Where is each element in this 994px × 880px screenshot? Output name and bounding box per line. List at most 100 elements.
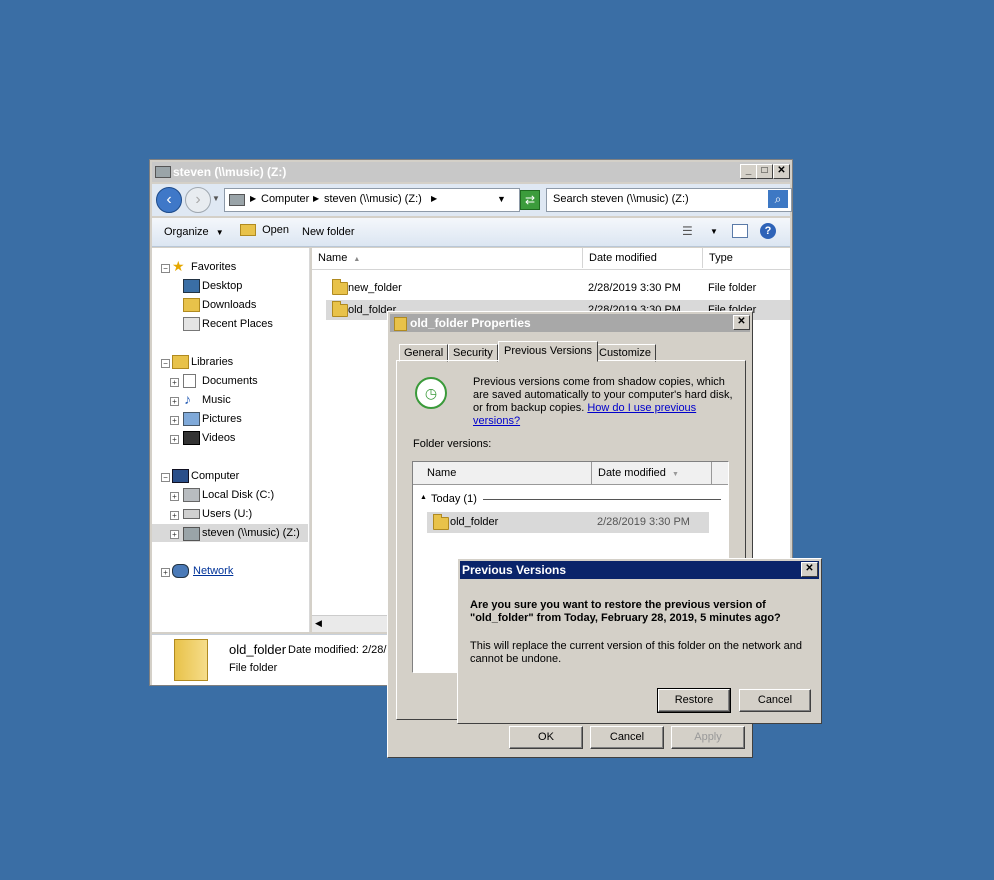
collapse-favorites-icon[interactable]: − (161, 264, 170, 273)
properties-title: old_folder Properties (410, 316, 531, 330)
confirm-titlebar[interactable]: Previous Versions ✕ (460, 561, 819, 579)
properties-titlebar[interactable]: old_folder Properties ✕ (390, 314, 750, 332)
expand-users-icon[interactable]: + (170, 511, 179, 520)
nav-users[interactable]: Users (U:) (202, 508, 252, 520)
column-name[interactable]: Name ▲ (312, 248, 583, 268)
file-type: File folder (708, 282, 757, 294)
address-dropdown-icon[interactable]: ▼ (497, 194, 506, 204)
expand-local-disk-icon[interactable]: + (170, 492, 179, 501)
versions-column-name[interactable]: Name (413, 462, 592, 484)
file-date: 2/28/2019 3:30 PM (588, 282, 681, 294)
group-collapse-icon[interactable]: ▲ (420, 494, 427, 501)
navigation-pane: − ★ Favorites Desktop Downloads Recent P… (152, 248, 310, 632)
close-icon[interactable]: ✕ (773, 164, 790, 179)
organize-button[interactable]: Organize ▼ (164, 226, 224, 238)
minimize-icon[interactable]: _ (740, 164, 757, 179)
close-icon[interactable]: ✕ (801, 562, 818, 577)
back-button[interactable]: ‹ (156, 187, 182, 213)
nav-local-disk[interactable]: Local Disk (C:) (202, 489, 274, 501)
nav-downloads[interactable]: Downloads (202, 299, 256, 311)
file-row[interactable]: new_folder 2/28/2019 3:30 PM File folder (326, 278, 790, 298)
confirm-title: Previous Versions (462, 563, 567, 577)
crumb-separator-icon[interactable]: ▶ (431, 194, 437, 203)
nav-desktop[interactable]: Desktop (202, 280, 242, 292)
nav-music[interactable]: Music (202, 394, 231, 406)
scroll-left-icon[interactable]: ◀ (315, 618, 322, 629)
folder-versions-label: Folder versions: (413, 438, 492, 450)
expand-videos-icon[interactable]: + (170, 435, 179, 444)
explorer-title: steven (\\music) (Z:) (173, 165, 287, 179)
restore-button[interactable]: Restore (657, 688, 731, 713)
nav-pictures[interactable]: Pictures (202, 413, 242, 425)
confirm-dialog: Previous Versions ✕ Are you sure you wan… (457, 558, 822, 724)
versions-column-date-label: Date modified (598, 467, 666, 479)
open-label: Open (262, 224, 289, 237)
tab-previous-versions[interactable]: Previous Versions (498, 341, 599, 362)
nav-documents[interactable]: Documents (202, 375, 258, 387)
version-row[interactable]: old_folder 2/28/2019 3:30 PM (427, 512, 709, 533)
file-name: new_folder (348, 282, 402, 294)
search-input[interactable]: Search steven (\\music) (Z:) (553, 193, 689, 205)
chevron-down-icon: ▼ (215, 228, 224, 237)
crumb-computer[interactable]: Computer (261, 193, 309, 205)
nav-computer[interactable]: Computer (191, 470, 239, 482)
history-dropdown-icon[interactable]: ▼ (212, 194, 220, 203)
cancel-button[interactable]: Cancel (739, 689, 811, 712)
pictures-icon (183, 412, 200, 426)
drive-icon (183, 509, 200, 519)
forward-button[interactable]: › (185, 187, 211, 213)
new-folder-button[interactable]: New folder (302, 226, 355, 238)
folder-icon (332, 301, 348, 317)
search-icon[interactable]: ⌕ (768, 190, 788, 208)
collapse-computer-icon[interactable]: − (161, 473, 170, 482)
videos-icon (183, 431, 200, 445)
column-type[interactable]: Type (703, 248, 790, 268)
column-name-label: Name (318, 252, 348, 264)
close-icon[interactable]: ✕ (733, 315, 750, 330)
nav-libraries[interactable]: Libraries (191, 356, 233, 368)
nav-network[interactable]: Network (193, 565, 233, 577)
network-drive-icon (229, 194, 245, 206)
expand-steven-icon[interactable]: + (170, 530, 179, 539)
sort-icon: ▼ (671, 471, 679, 478)
group-today[interactable]: Today (1) (431, 493, 477, 505)
expand-pictures-icon[interactable]: + (170, 416, 179, 425)
address-bar[interactable]: ▶ Computer ▶ steven (\\music) (Z:) ▶ ▼ (224, 188, 520, 212)
downloads-icon (183, 298, 200, 312)
details-date-label: Date modified: (288, 644, 359, 656)
folder-icon (394, 317, 407, 331)
details-date-value: 2/28/ (362, 644, 387, 656)
open-button[interactable]: Open (240, 224, 289, 237)
cancel-button[interactable]: Cancel (590, 726, 664, 749)
expand-network-icon[interactable]: + (161, 568, 170, 577)
nav-steven[interactable]: steven (\\music) (Z:) (202, 527, 300, 539)
versions-column-date[interactable]: Date modified ▼ (592, 462, 712, 484)
search-box[interactable]: Search steven (\\music) (Z:) ⌕ (546, 188, 792, 212)
info-text-block: Previous versions come from shadow copie… (473, 376, 735, 428)
expand-documents-icon[interactable]: + (170, 378, 179, 387)
maximize-icon[interactable]: □ (756, 164, 773, 179)
ok-button[interactable]: OK (509, 726, 583, 749)
refresh-icon[interactable]: ⇄ (520, 190, 540, 210)
preview-pane-icon[interactable] (732, 224, 748, 238)
explorer-titlebar[interactable]: steven (\\music) (Z:) _ □ ✕ (152, 162, 790, 182)
view-dropdown-icon[interactable]: ▼ (710, 227, 718, 236)
help-icon[interactable]: ? (760, 223, 776, 239)
network-icon (172, 564, 189, 578)
collapse-libraries-icon[interactable]: − (161, 359, 170, 368)
local-disk-icon (183, 488, 200, 502)
crumb-separator-icon[interactable]: ▶ (313, 194, 319, 203)
nav-recent-places[interactable]: Recent Places (202, 318, 273, 330)
column-date[interactable]: Date modified (583, 248, 703, 268)
nav-videos[interactable]: Videos (202, 432, 235, 444)
expand-music-icon[interactable]: + (170, 397, 179, 406)
computer-icon (172, 469, 189, 483)
version-name: old_folder (450, 516, 499, 528)
crumb-steven[interactable]: steven (\\music) (Z:) (324, 193, 422, 205)
view-options-icon[interactable]: ☰ (682, 224, 693, 238)
nav-favorites[interactable]: Favorites (191, 261, 236, 273)
apply-button[interactable]: Apply (671, 726, 745, 749)
details-type: File folder (229, 662, 278, 674)
crumb-separator-icon[interactable]: ▶ (250, 194, 256, 203)
organize-label: Organize (164, 226, 209, 238)
